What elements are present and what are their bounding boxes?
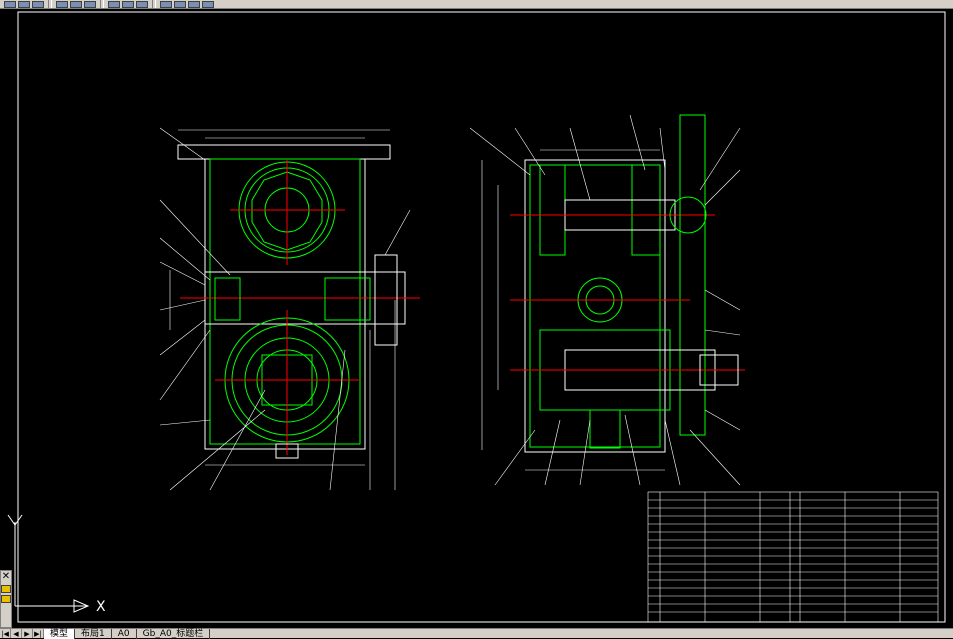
new-icon[interactable] [4, 0, 16, 8]
ucs-x-label: X [96, 599, 106, 615]
next-tab-button[interactable]: ▶ [22, 629, 33, 638]
tool-icon[interactable] [1, 585, 11, 593]
pan-icon[interactable] [108, 0, 120, 8]
side-tool-panel[interactable]: ✕ [0, 570, 12, 628]
drawing-canvas[interactable]: X [0, 10, 953, 628]
tab-a0[interactable]: A0 [112, 628, 137, 639]
toolbar-separator [152, 0, 156, 8]
help-icon[interactable] [202, 0, 214, 8]
toolbar-separator [48, 0, 52, 8]
parts-list-table [647, 491, 939, 623]
side-section-view [510, 114, 745, 453]
ucs-icon [7, 514, 90, 613]
toolbar-separator [100, 0, 104, 8]
front-section-dimensions [159, 127, 411, 491]
dim-style-icon[interactable] [188, 0, 200, 8]
properties-icon[interactable] [136, 0, 148, 8]
prev-tab-button[interactable]: ◀ [11, 629, 22, 638]
drawing-border [17, 11, 946, 623]
tab-gb-a0-title-block[interactable]: Gb_A0_标题栏 [137, 628, 211, 639]
print-icon[interactable] [56, 0, 68, 8]
zoom-icon[interactable] [122, 0, 134, 8]
layout-tabs-bar: |◀ ◀ ▶ ▶| 模型 布局1 A0 Gb_A0_标题栏 [0, 628, 953, 639]
redo-icon[interactable] [84, 0, 96, 8]
front-section-view [177, 144, 420, 459]
last-tab-button[interactable]: ▶| [33, 629, 44, 638]
open-icon[interactable] [18, 0, 30, 8]
close-icon[interactable]: ✕ [1, 571, 11, 583]
top-toolbar [0, 0, 953, 9]
text-style-icon[interactable] [174, 0, 186, 8]
layer-icon[interactable] [160, 0, 172, 8]
tab-layout1[interactable]: 布局1 [75, 628, 112, 639]
tab-model[interactable]: 模型 [44, 628, 76, 639]
tool-icon[interactable] [1, 595, 11, 603]
undo-icon[interactable] [70, 0, 82, 8]
save-icon[interactable] [32, 0, 44, 8]
first-tab-button[interactable]: |◀ [0, 629, 11, 638]
